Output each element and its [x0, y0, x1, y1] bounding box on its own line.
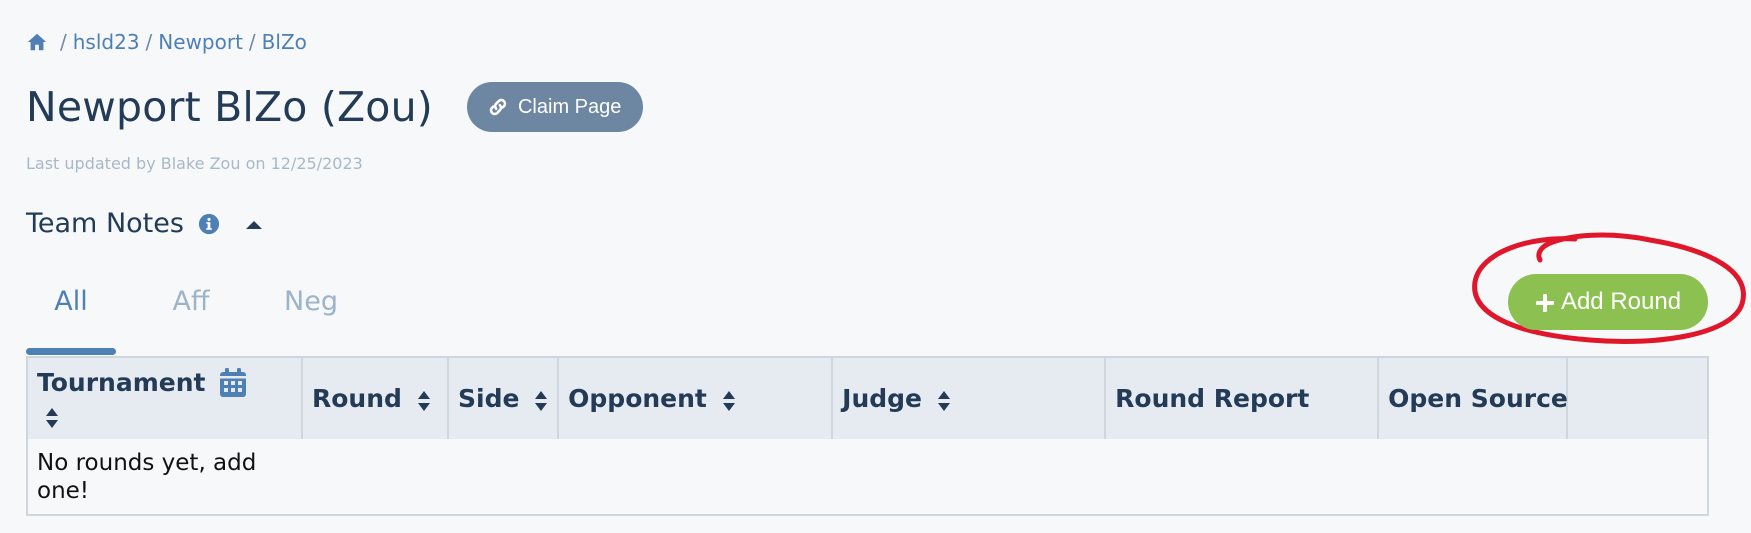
column-round-label: Round: [312, 384, 402, 413]
title-row: Newport BlZo (Zou) Claim Page: [26, 82, 644, 132]
tab-all[interactable]: All: [26, 286, 116, 355]
column-tournament-label: Tournament: [37, 367, 206, 397]
page-title: Newport BlZo (Zou): [26, 83, 433, 131]
column-open-source-label: Open Source: [1388, 383, 1568, 413]
breadcrumb-separator: /: [60, 30, 67, 54]
add-round-label: Add Round: [1560, 288, 1682, 315]
side-tabs: All Aff Neg: [26, 286, 356, 355]
empty-cell: [302, 439, 1708, 515]
column-round-report: Round Report: [1105, 357, 1380, 439]
breadcrumb-separator: /: [145, 30, 153, 54]
column-round[interactable]: Round: [302, 357, 449, 439]
page: / hsld23 / Newport / BlZo Newport BlZo (…: [0, 0, 1751, 533]
empty-message-cell: No rounds yet, add one!: [27, 439, 302, 515]
home-icon[interactable]: [26, 31, 48, 53]
column-side-label: Side: [458, 384, 520, 413]
info-icon[interactable]: [198, 213, 220, 235]
link-icon: [487, 96, 509, 118]
column-opponent-label: Opponent: [568, 384, 707, 413]
calendar-icon[interactable]: [219, 367, 247, 398]
sort-icon[interactable]: [534, 389, 548, 411]
empty-message: No rounds yet, add one!: [37, 449, 257, 504]
column-open-source: Open Source: [1378, 357, 1569, 439]
column-round-report-label: Round Report: [1115, 384, 1310, 413]
tab-aff[interactable]: Aff: [146, 286, 236, 347]
sort-icon[interactable]: [722, 389, 736, 411]
breadcrumb-item-team[interactable]: BlZo: [262, 30, 307, 54]
breadcrumb-item-tournament[interactable]: hsld23: [73, 30, 140, 54]
sort-icon[interactable]: [417, 389, 431, 411]
table-row: No rounds yet, add one!: [27, 439, 1708, 515]
breadcrumb: / hsld23 / Newport / BlZo: [26, 30, 307, 54]
column-side[interactable]: Side: [448, 357, 560, 439]
tab-neg[interactable]: Neg: [266, 286, 356, 347]
claim-page-button[interactable]: Claim Page: [466, 82, 644, 132]
breadcrumb-item-school[interactable]: Newport: [158, 30, 243, 54]
sort-icon[interactable]: [45, 405, 59, 428]
claim-page-label: Claim Page: [517, 95, 622, 118]
last-updated: Last updated by Blake Zou on 12/25/2023: [26, 154, 363, 173]
column-judge-label: Judge: [842, 384, 923, 413]
table-header-row: Tournament Round Side Opponent Judge Rou…: [27, 357, 1708, 439]
breadcrumb-separator: /: [248, 30, 256, 54]
team-notes-header: Team Notes: [26, 208, 264, 239]
plus-icon: [1535, 292, 1555, 312]
add-round-button[interactable]: Add Round: [1508, 274, 1708, 330]
rounds-table: Tournament Round Side Opponent Judge Rou…: [26, 356, 1709, 516]
column-tournament[interactable]: Tournament: [27, 357, 303, 439]
column-opponent[interactable]: Opponent: [558, 357, 834, 439]
sort-icon[interactable]: [937, 389, 951, 411]
team-notes-label: Team Notes: [26, 208, 184, 239]
caret-up-icon[interactable]: [244, 217, 264, 231]
column-actions: [1567, 357, 1708, 439]
column-judge[interactable]: Judge: [832, 357, 1107, 439]
